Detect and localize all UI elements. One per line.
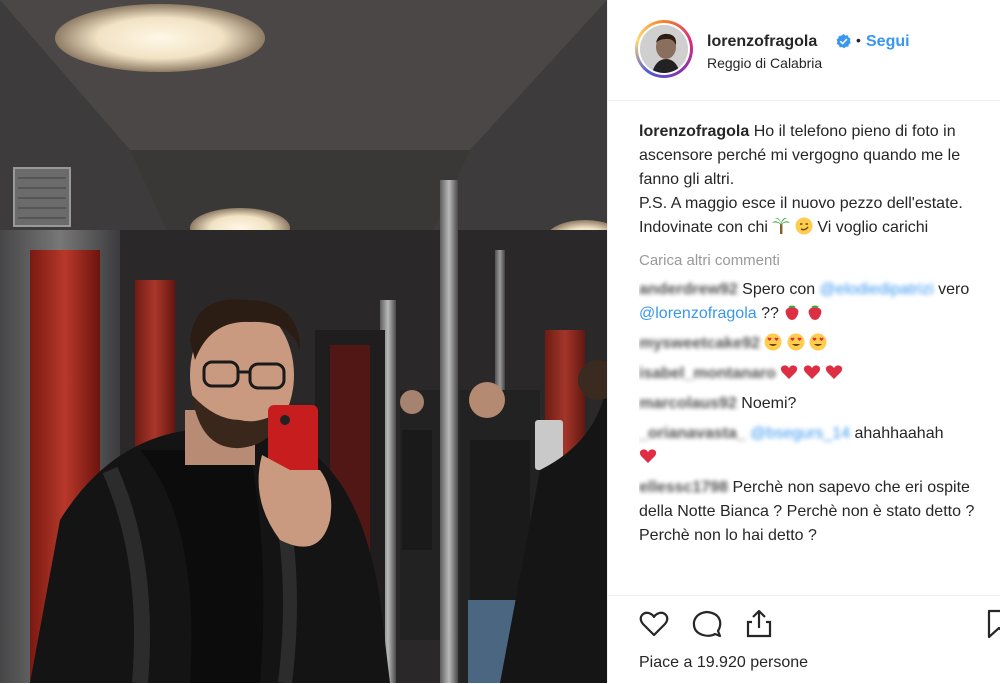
- post-caption: lorenzofragola Ho il telefono pieno di f…: [639, 120, 989, 240]
- header-separator: •: [856, 32, 861, 48]
- heart-eyes-emoji-icon: [809, 333, 827, 351]
- strawberry-icon: [785, 305, 799, 320]
- post-actions: Piace a 19.920 persone: [608, 595, 1000, 684]
- red-heart-icon: [639, 449, 657, 463]
- comment-item: anderdrew92 Spero con @elodiedipatrizi v…: [639, 278, 989, 326]
- share-icon[interactable]: [743, 608, 775, 640]
- strawberry-icon: [808, 305, 822, 320]
- red-heart-icon: [803, 365, 820, 379]
- story-ring[interactable]: [635, 20, 693, 78]
- avatar[interactable]: [638, 23, 690, 75]
- red-heart-icon: [781, 365, 798, 379]
- verified-badge-icon: [836, 34, 851, 49]
- comment-username[interactable]: anderdrew92: [639, 278, 738, 302]
- caption-username[interactable]: lorenzofragola: [639, 123, 749, 140]
- comment-mention[interactable]: @bsegurs_14: [750, 422, 850, 446]
- likes-count[interactable]: Piace a 19.920 persone: [639, 654, 808, 672]
- comment-text: ahahhaahah: [854, 425, 944, 442]
- post-side-panel: lorenzofragola • Segui Reggio di Calabri…: [607, 0, 1000, 683]
- post-photo[interactable]: [0, 0, 607, 683]
- caption-text-3: Vi voglio carichi: [817, 219, 929, 236]
- comment-mention[interactable]: @lorenzofragola: [639, 305, 757, 322]
- comments-list[interactable]: lorenzofragola Ho il telefono pieno di f…: [639, 120, 989, 590]
- load-more-comments[interactable]: Carica altri commenti: [639, 250, 989, 272]
- comment-text: ??: [761, 305, 779, 322]
- heart-icon[interactable]: [638, 608, 670, 640]
- comment-item: mysweetcake92: [639, 332, 989, 356]
- comment-text: Noemi?: [741, 395, 797, 412]
- follow-button[interactable]: Segui: [866, 33, 910, 51]
- red-heart-icon: [826, 365, 843, 379]
- comment-username[interactable]: _orianavasta_: [639, 422, 746, 446]
- post-header: lorenzofragola • Segui Reggio di Calabri…: [608, 0, 1000, 101]
- bookmark-icon[interactable]: [983, 608, 1000, 640]
- comment-username[interactable]: mysweetcake92: [639, 332, 760, 356]
- post-location[interactable]: Reggio di Calabria: [707, 55, 822, 71]
- comment-text: Spero con: [742, 281, 816, 298]
- comment-item: ellessc1798 Perchè non sapevo che eri os…: [639, 476, 989, 548]
- elevator-selfie-image: [0, 0, 607, 683]
- heart-eyes-emoji-icon: [787, 333, 805, 351]
- comment-username[interactable]: isabel_montanaro: [639, 362, 776, 386]
- comment-item: isabel_montanaro: [639, 362, 989, 386]
- comment-text: vero: [938, 281, 970, 298]
- comment-item: marcolaus92 Noemi?: [639, 392, 989, 416]
- comment-item: _orianavasta_ @bsegurs_14 ahahhaahah: [639, 422, 989, 470]
- comment-username[interactable]: marcolaus92: [639, 392, 737, 416]
- palm-tree-icon: [772, 217, 791, 234]
- heart-eyes-emoji-icon: [764, 333, 782, 351]
- comment-icon[interactable]: [691, 608, 723, 640]
- post-author-username[interactable]: lorenzofragola: [707, 33, 817, 51]
- comment-username[interactable]: ellessc1798: [639, 476, 728, 500]
- avatar-image: [640, 25, 688, 73]
- comment-mention[interactable]: @elodiedipatrizi: [820, 278, 934, 302]
- smirk-emoji-icon: [795, 217, 813, 235]
